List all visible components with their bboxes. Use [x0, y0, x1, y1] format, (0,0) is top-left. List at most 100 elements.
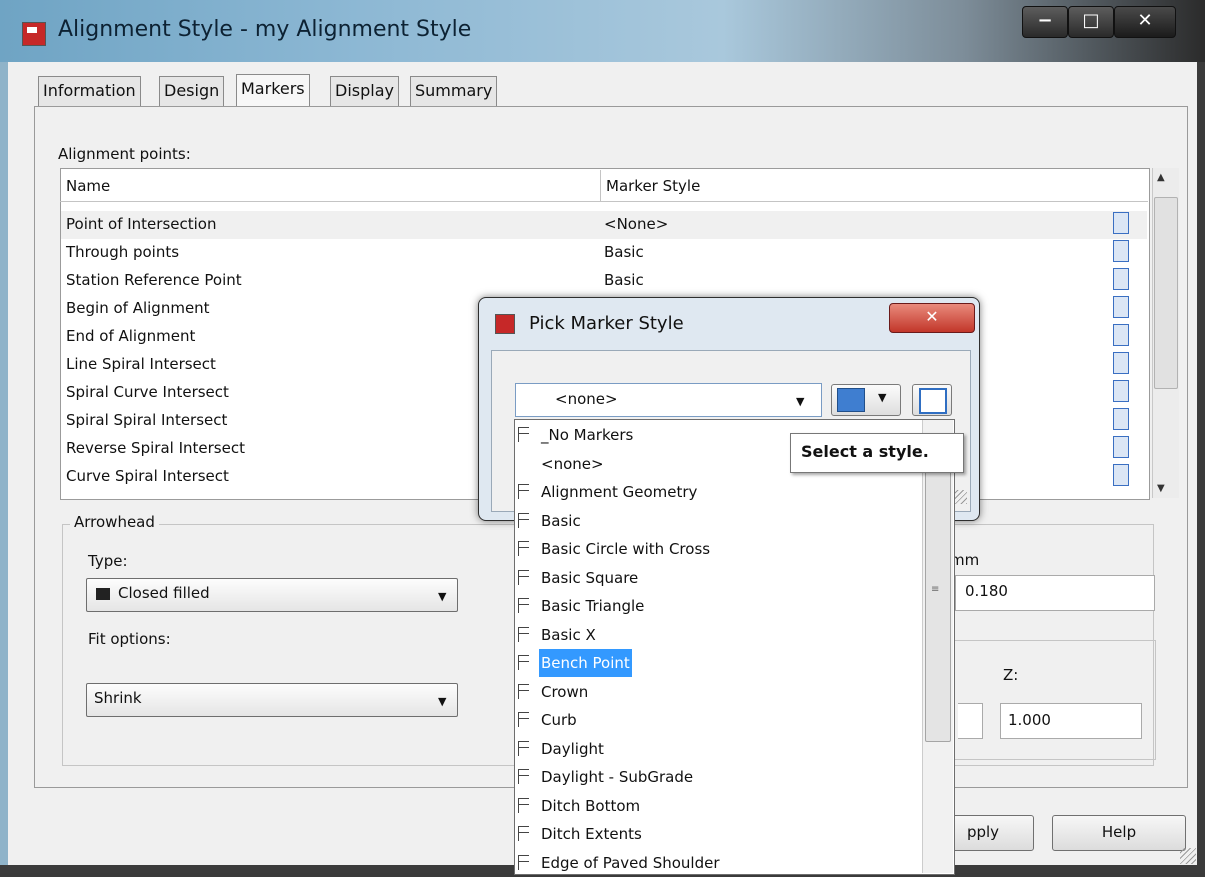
fit-options-value: Shrink	[94, 689, 142, 707]
dropdown-item-label: Daylight	[541, 739, 604, 758]
dropdown-item-label: Basic	[541, 511, 581, 530]
flag-marker-icon	[518, 484, 529, 499]
dropdown-item[interactable]: Basic Square	[515, 564, 921, 592]
chevron-down-icon[interactable]: ▼	[438, 590, 446, 603]
row-name[interactable]: Spiral Curve Intersect	[66, 383, 229, 401]
row-name[interactable]: Point of Intersection	[66, 215, 216, 233]
minimize-button[interactable]: −	[1022, 6, 1068, 38]
flag-marker-icon	[518, 740, 529, 756]
row-marker-style[interactable]: <None>	[604, 215, 668, 233]
style-picker-icon[interactable]	[1113, 268, 1129, 290]
help-button[interactable]: Help	[1052, 815, 1186, 851]
dropdown-item-label: Edge of Paved Shoulder	[541, 853, 720, 872]
column-header-name[interactable]: Name	[66, 177, 110, 195]
marker-style-selected-value: <none>	[555, 390, 618, 408]
dropdown-item[interactable]: Ditch Bottom	[515, 792, 921, 820]
dropdown-item[interactable]: Daylight	[515, 735, 921, 763]
tab-design[interactable]: Design	[159, 76, 225, 107]
style-picker-icon[interactable]	[1113, 240, 1129, 262]
row-name[interactable]: Spiral Spiral Intersect	[66, 411, 227, 429]
column-header-marker-style[interactable]: Marker Style	[606, 177, 700, 195]
dropdown-item[interactable]: Bench Point	[515, 649, 921, 677]
size-value: 0.180	[965, 582, 1008, 600]
dropdown-item-label: Ditch Extents	[541, 825, 642, 843]
scroll-grip-icon: ≡	[931, 584, 940, 595]
dropdown-item[interactable]: Crown	[515, 678, 921, 706]
flag-marker-icon	[518, 427, 529, 442]
style-picker-icon[interactable]	[1113, 408, 1129, 430]
chevron-down-icon[interactable]: ▼	[878, 391, 886, 404]
dropdown-item[interactable]: Basic	[515, 507, 921, 535]
scroll-down-icon[interactable]: ▼	[1157, 483, 1165, 494]
row-name[interactable]: Begin of Alignment	[66, 299, 210, 317]
tab-information[interactable]: Information	[38, 76, 141, 107]
row-name[interactable]: Station Reference Point	[66, 271, 242, 289]
type-label: Type:	[88, 552, 128, 570]
chevron-down-icon[interactable]: ▼	[796, 395, 804, 408]
dropdown-item-label: _No Markers	[541, 426, 634, 444]
closed-filled-arrow-icon	[96, 588, 110, 600]
row-name[interactable]: Through points	[66, 243, 179, 261]
scale-group	[948, 640, 1156, 760]
maximize-button[interactable]: □	[1068, 6, 1114, 38]
app-icon	[22, 22, 46, 46]
dropdown-item-label: Ditch Bottom	[541, 796, 641, 815]
dropdown-item[interactable]: Edge of Paved Shoulder	[515, 849, 921, 877]
dropdown-item-label: Alignment Geometry	[541, 483, 698, 501]
flag-marker-icon	[518, 797, 529, 813]
dropdown-item-label: Basic X	[541, 625, 596, 644]
dropdown-item[interactable]: Ditch Extents	[515, 820, 921, 848]
row-marker-style[interactable]: Basic	[604, 243, 644, 261]
resize-grip-icon[interactable]	[1180, 848, 1196, 864]
flag-marker-icon	[518, 854, 529, 870]
window-frame-right	[1197, 62, 1205, 873]
dropdown-item[interactable]: Basic Circle with Cross	[515, 535, 921, 563]
chevron-down-icon[interactable]: ▼	[438, 695, 446, 708]
y-scale-input[interactable]	[958, 703, 983, 739]
dropdown-item-label: Curb	[541, 711, 577, 729]
row-name[interactable]: Curve Spiral Intersect	[66, 467, 229, 485]
flag-marker-icon	[518, 541, 529, 556]
row-name[interactable]: Line Spiral Intersect	[66, 355, 216, 373]
z-value: 1.000	[1008, 711, 1051, 729]
alignment-points-label: Alignment points:	[58, 145, 191, 163]
style-picker-icon[interactable]	[1113, 436, 1129, 458]
tab-display[interactable]: Display	[330, 76, 399, 107]
scroll-up-icon[interactable]: ▲	[1157, 172, 1165, 183]
style-picker-icon[interactable]	[1113, 380, 1129, 402]
edit-style-icon	[837, 388, 865, 412]
row-marker-style[interactable]: Basic	[604, 271, 644, 289]
dropdown-scrollbar-thumb[interactable]	[925, 470, 951, 742]
scrollbar-thumb[interactable]	[1154, 197, 1178, 389]
dropdown-item[interactable]: Alignment Geometry	[515, 478, 921, 506]
z-label: Z:	[1003, 666, 1019, 684]
dropdown-item-label: Basic Triangle	[541, 597, 645, 615]
tab-summary[interactable]: Summary	[410, 76, 498, 107]
dialog-title: Pick Marker Style	[529, 313, 684, 334]
flag-marker-icon	[518, 826, 529, 841]
style-picker-icon[interactable]	[1113, 324, 1129, 346]
dialog-close-button[interactable]: ✕	[889, 303, 975, 333]
dropdown-item-label: Bench Point	[539, 649, 632, 677]
style-picker-icon[interactable]	[1113, 464, 1129, 486]
dropdown-item[interactable]: Basic X	[515, 621, 921, 649]
dropdown-item[interactable]: Curb	[515, 706, 921, 734]
row-name[interactable]: End of Alignment	[66, 327, 195, 345]
arrowhead-type-value: Closed filled	[118, 584, 210, 602]
header-divider	[60, 201, 1148, 202]
arrowhead-group-label: Arrowhead	[70, 513, 159, 531]
dropdown-item[interactable]: Daylight - SubGrade	[515, 763, 921, 791]
resize-grip-icon[interactable]	[953, 490, 967, 504]
tooltip-text: Select a style.	[801, 442, 929, 461]
style-picker-icon[interactable]	[1113, 212, 1129, 234]
flag-marker-icon	[518, 769, 529, 784]
magnifier-icon	[919, 388, 947, 414]
tab-markers[interactable]: Markers	[236, 74, 310, 109]
row-name[interactable]: Reverse Spiral Intersect	[66, 439, 245, 457]
window-frame-left	[0, 62, 8, 873]
style-picker-icon[interactable]	[1113, 352, 1129, 374]
dropdown-item[interactable]: Basic Triangle	[515, 592, 921, 620]
style-picker-icon[interactable]	[1113, 296, 1129, 318]
close-button[interactable]: ✕	[1114, 6, 1176, 38]
column-divider	[600, 170, 601, 202]
